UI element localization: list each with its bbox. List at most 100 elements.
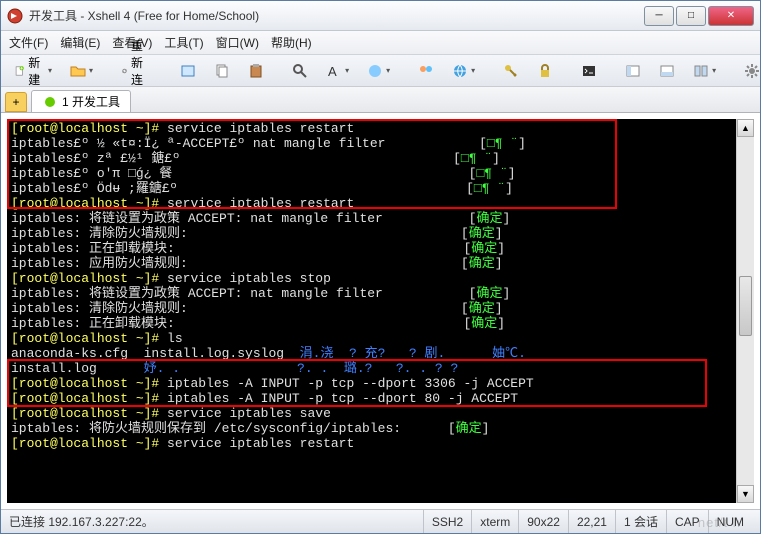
tb-btn-13[interactable] — [652, 59, 682, 83]
scroll-track[interactable] — [737, 137, 754, 485]
tb-btn-9[interactable] — [496, 59, 526, 83]
menu-file[interactable]: 文件(F) — [9, 34, 48, 51]
scroll-up-button[interactable]: ▲ — [737, 119, 754, 137]
cmd: iptables -A INPUT -p tcp --dport 80 -j A… — [167, 391, 518, 406]
tb-btn-10[interactable] — [530, 59, 560, 83]
tb-btn-14[interactable]: ▾ — [686, 59, 723, 83]
tb-btn-12[interactable] — [618, 59, 648, 83]
chevron-down-icon: ▾ — [471, 66, 475, 75]
ok: □¶ ¨ — [474, 181, 505, 196]
new-button[interactable]: 新建 ▾ — [7, 59, 59, 83]
tb-btn-1[interactable] — [173, 59, 203, 83]
chevron-down-icon: ▾ — [48, 66, 52, 75]
prompt: [root@localhost ~]# — [11, 376, 159, 391]
cmd: service iptables restart — [167, 436, 354, 451]
text-cursor — [599, 293, 600, 309]
window-title: 开发工具 - Xshell 4 (Free for Home/School) — [29, 7, 642, 24]
tb-btn-15[interactable] — [737, 59, 761, 83]
out: iptables: 将链设置为政策 ACCEPT: nat mangle fil… — [11, 211, 383, 226]
new-icon — [14, 63, 25, 79]
cmd: service iptables restart — [167, 121, 354, 136]
status-cursor: 22,21 — [568, 510, 615, 533]
svg-text:A: A — [328, 64, 337, 79]
gear-icon — [744, 63, 760, 79]
status-size: 90x22 — [518, 510, 568, 533]
tabbar: + 1 开发工具 — [1, 87, 760, 113]
minimize-button[interactable]: ─ — [644, 6, 674, 26]
menu-edit[interactable]: 编辑(E) — [60, 34, 100, 51]
profile-icon — [180, 63, 196, 79]
out: iptables: 清除防火墙规则: — [11, 301, 188, 316]
out: iptables: 正在卸载模块: — [11, 316, 175, 331]
menubar: 文件(F) 编辑(E) 查看(V) 工具(T) 窗口(W) 帮助(H) — [1, 31, 760, 55]
out: iptables: 将链设置为政策 ACCEPT: nat mangle fil… — [11, 286, 383, 301]
tb-btn-7[interactable] — [411, 59, 441, 83]
color-icon — [367, 63, 383, 79]
status-ssh: SSH2 — [423, 510, 471, 533]
tb-btn-5[interactable]: A▾ — [319, 59, 356, 83]
prompt: [root@localhost ~]# — [11, 436, 159, 451]
scroll-down-button[interactable]: ▼ — [737, 485, 754, 503]
new-tab-button[interactable]: + — [5, 92, 27, 112]
paste-icon — [248, 63, 264, 79]
ok: 确定 — [456, 421, 482, 436]
folder-icon — [70, 63, 86, 79]
chevron-down-icon: ▾ — [89, 66, 93, 75]
tb-btn-3[interactable] — [241, 59, 271, 83]
maximize-button[interactable]: □ — [676, 6, 706, 26]
panel-icon — [625, 63, 641, 79]
new-label: 新建 — [28, 54, 45, 88]
out: iptables£º zª £½¹ 鎕£º — [11, 151, 180, 166]
cmd: service iptables save — [167, 406, 331, 421]
menu-tools[interactable]: 工具(T) — [164, 34, 203, 51]
copy-icon — [214, 63, 230, 79]
prompt: [root@localhost ~]# — [11, 331, 159, 346]
status-term: xterm — [471, 510, 518, 533]
tb-btn-2[interactable] — [207, 59, 237, 83]
window-buttons: ─ □ ✕ — [642, 6, 754, 26]
cmd: iptables -A INPUT -p tcp --dport 3306 -j… — [167, 376, 534, 391]
menu-window[interactable]: 窗口(W) — [216, 34, 259, 51]
scroll-thumb[interactable] — [739, 276, 752, 336]
out: 涓.浇 ? 充? ? 剧. 妯℃. — [300, 346, 526, 361]
prompt: [root@localhost ~]# — [11, 121, 159, 136]
reconnect-button[interactable]: 重新连接 — [114, 59, 159, 83]
terminal[interactable]: [root@localhost ~]# service iptables res… — [7, 119, 736, 503]
ok: □¶ ¨ — [487, 136, 518, 151]
out: iptables£º Ödᵾ ;羅鎕£º — [11, 181, 177, 196]
key-icon — [503, 63, 519, 79]
status-connected: 已连接 192.167.3.227:22。 — [9, 513, 154, 530]
tab-active[interactable]: 1 开发工具 — [31, 90, 131, 112]
out: iptables£º oʹπ □ǵ¿ 餐 — [11, 166, 172, 181]
watermark: net/t h — [698, 515, 741, 530]
tb-btn-4[interactable] — [285, 59, 315, 83]
open-button[interactable]: ▾ — [63, 59, 100, 83]
ok: □¶ ¨ — [461, 151, 492, 166]
tb-btn-11[interactable] — [574, 59, 604, 83]
chevron-down-icon: ▾ — [345, 66, 349, 75]
ok: 确定 — [471, 241, 497, 256]
status-sessions: 1 会话 — [615, 510, 666, 533]
ok: 确定 — [469, 226, 495, 241]
layout-icon — [693, 63, 709, 79]
out: iptables: 清除防火墙规则: — [11, 226, 188, 241]
close-button[interactable]: ✕ — [708, 6, 754, 26]
prompt: [root@localhost ~]# — [11, 271, 159, 286]
terminal-icon — [581, 63, 597, 79]
tb-btn-6[interactable]: ▾ — [360, 59, 397, 83]
ok: 确定 — [471, 316, 497, 331]
reconnect-icon — [121, 63, 128, 79]
terminal-container: [root@localhost ~]# service iptables res… — [1, 113, 760, 509]
globe-icon — [452, 63, 468, 79]
titlebar: 开发工具 - Xshell 4 (Free for Home/School) ─… — [1, 1, 760, 31]
tb-btn-8[interactable]: ▾ — [445, 59, 482, 83]
toolbar: 新建 ▾ ▾ 重新连接 A▾ ▾ ▾ ▾ ? — [1, 55, 760, 87]
cmd: ls — [167, 331, 183, 346]
plus-icon: + — [12, 95, 19, 109]
out: 妤. . ?. . 璐.? ?. . ? ? — [144, 361, 459, 376]
chevron-down-icon: ▾ — [386, 66, 390, 75]
scrollbar: ▲ ▼ — [736, 119, 754, 503]
prompt: [root@localhost ~]# — [11, 391, 159, 406]
out: iptables£º ½ «t¤:Ï¿ ª-ACCEPT£º nat mangl… — [11, 136, 385, 151]
menu-help[interactable]: 帮助(H) — [271, 34, 312, 51]
